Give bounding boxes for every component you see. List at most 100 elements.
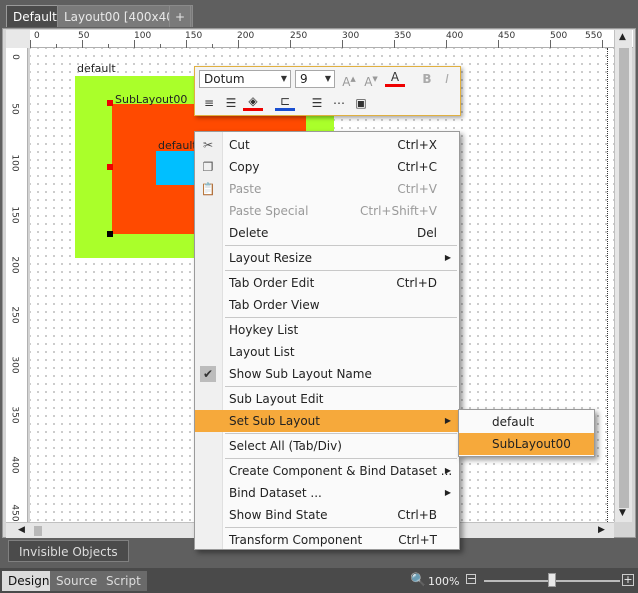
submenu-arrow-icon: ▶ bbox=[444, 488, 451, 497]
menu-item-layout-resize[interactable]: Layout Resize ▶ bbox=[195, 247, 459, 269]
menu-item-paste[interactable]: 📋 Paste Ctrl+V bbox=[195, 178, 459, 200]
vertical-scrollbar[interactable]: ▲ ▼ bbox=[614, 30, 632, 522]
tab-default[interactable]: Default bbox=[6, 5, 64, 27]
set-sub-layout-submenu: default SubLayout00 bbox=[458, 409, 595, 457]
ruler-label: 0 bbox=[9, 54, 20, 60]
context-menu: ✂ Cut Ctrl+X ❐ Copy Ctrl+C 📋 Paste Ctrl+… bbox=[194, 131, 460, 550]
line-style-icon[interactable]: ☰ bbox=[307, 93, 327, 113]
bottom-status-bar: Design Source Script 🔍 100% − + bbox=[0, 568, 638, 593]
inner-layout-block[interactable] bbox=[156, 151, 196, 185]
menu-item-sub-layout-edit[interactable]: Sub Layout Edit bbox=[195, 388, 459, 410]
ruler-label: 50 bbox=[78, 31, 90, 41]
menu-item-hotkey-list[interactable]: Hoykey List bbox=[195, 319, 459, 341]
menu-item-transform-component[interactable]: Transform Component Ctrl+T bbox=[195, 529, 459, 551]
menu-item-delete[interactable]: Delete Del bbox=[195, 222, 459, 244]
align-left-icon[interactable]: ≡ bbox=[199, 93, 219, 113]
menu-item-copy[interactable]: ❐ Copy Ctrl+C bbox=[195, 156, 459, 178]
vertical-ruler: 0 50 100 150 200 250 300 350 400 450 bbox=[6, 48, 28, 524]
grow-font-icon[interactable]: A▲ bbox=[339, 69, 359, 89]
ruler-label: 250 bbox=[290, 31, 308, 41]
bold-icon[interactable]: B bbox=[417, 69, 437, 89]
ruler-label: 550 bbox=[585, 31, 603, 41]
menu-item-tab-order-edit[interactable]: Tab Order Edit Ctrl+D bbox=[195, 272, 459, 294]
ruler-label: 500 bbox=[550, 31, 568, 41]
menu-item-show-bind-state[interactable]: Show Bind State Ctrl+B bbox=[195, 504, 459, 526]
menu-separator bbox=[225, 317, 457, 318]
zoom-icon[interactable]: 🔍 bbox=[410, 573, 426, 588]
resize-handle[interactable] bbox=[107, 100, 113, 106]
zoom-slider-thumb[interactable] bbox=[548, 573, 556, 587]
scrollbar-thumb[interactable] bbox=[34, 526, 42, 536]
inner-layout-label: default bbox=[158, 139, 197, 152]
scissors-icon: ✂ bbox=[202, 138, 214, 152]
menu-item-layout-list[interactable]: Layout List bbox=[195, 341, 459, 363]
menu-item-create-component[interactable]: Create Component & Bind Dataset ... ▶ bbox=[195, 460, 459, 482]
tab-design[interactable]: Design bbox=[2, 571, 56, 591]
menu-item-bind-dataset[interactable]: Bind Dataset ... ▶ bbox=[195, 482, 459, 504]
font-family-select[interactable]: Dotum ▼ bbox=[199, 70, 291, 88]
resize-handle[interactable] bbox=[107, 231, 113, 237]
ruler-label: 50 bbox=[9, 103, 20, 115]
menu-item-tab-order-view[interactable]: Tab Order View bbox=[195, 294, 459, 316]
submenu-arrow-icon: ▶ bbox=[444, 416, 451, 425]
menu-separator bbox=[225, 458, 457, 459]
ruler-label: 350 bbox=[394, 31, 412, 41]
menu-separator bbox=[225, 270, 457, 271]
submenu-item-sublayout00[interactable]: SubLayout00 bbox=[459, 433, 594, 455]
ruler-label: 300 bbox=[9, 356, 20, 374]
format-toolbar: Dotum ▼ 9 ▼ A▲ A▼ A B I ≡ ☰ ◈ ⊏ ☰ ⋯ ▣ bbox=[194, 66, 461, 116]
ruler-label: 200 bbox=[237, 31, 255, 41]
ruler-label: 0 bbox=[34, 31, 40, 41]
submenu-arrow-icon: ▶ bbox=[444, 253, 451, 262]
scroll-down-icon[interactable]: ▼ bbox=[619, 508, 626, 518]
add-tab-button[interactable]: + bbox=[169, 5, 192, 27]
ruler-label: 400 bbox=[446, 31, 464, 41]
invisible-objects-tab[interactable]: Invisible Objects bbox=[8, 540, 129, 562]
zoom-out-button[interactable]: − bbox=[466, 573, 476, 584]
shrink-font-icon[interactable]: A▼ bbox=[361, 69, 381, 89]
ruler-label: 450 bbox=[9, 504, 20, 522]
menu-separator bbox=[225, 527, 457, 528]
menu-item-select-all[interactable]: Select All (Tab/Div) bbox=[195, 435, 459, 457]
scroll-right-icon[interactable]: ▶ bbox=[598, 525, 605, 535]
outer-layout-label: default bbox=[77, 62, 116, 75]
italic-icon[interactable]: I bbox=[437, 69, 457, 89]
ruler-label: 300 bbox=[342, 31, 360, 41]
scrollbar-thumb[interactable] bbox=[619, 48, 629, 508]
checkmark-icon: ✔ bbox=[200, 366, 216, 382]
menu-separator bbox=[225, 433, 457, 434]
menu-item-paste-special[interactable]: Paste Special Ctrl+Shift+V bbox=[195, 200, 459, 222]
menu-item-set-sub-layout[interactable]: Set Sub Layout ▶ bbox=[195, 410, 459, 432]
menu-item-cut[interactable]: ✂ Cut Ctrl+X bbox=[195, 134, 459, 156]
sublayout-label: SubLayout00 bbox=[115, 93, 188, 106]
line-dash-icon[interactable]: ⋯ bbox=[329, 93, 349, 113]
scroll-up-icon[interactable]: ▲ bbox=[619, 32, 626, 42]
border-color-icon[interactable]: ⊏ bbox=[275, 93, 295, 111]
ruler-label: 250 bbox=[9, 306, 20, 324]
submenu-item-default[interactable]: default bbox=[459, 411, 594, 433]
ruler-label: 400 bbox=[9, 456, 20, 474]
menu-item-show-sub-layout-name[interactable]: ✔ Show Sub Layout Name bbox=[195, 363, 459, 385]
ruler-label: 150 bbox=[9, 206, 20, 224]
resize-handle[interactable] bbox=[107, 164, 113, 170]
zoom-level: 100% bbox=[428, 575, 460, 588]
chevron-down-icon: ▼ bbox=[324, 74, 331, 83]
document-tab-bar: Default Layout00 [400x400] + bbox=[0, 0, 638, 28]
ruler-label: 100 bbox=[9, 154, 20, 172]
paste-icon: 📋 bbox=[200, 182, 216, 196]
zoom-in-button[interactable]: + bbox=[622, 574, 634, 586]
ruler-label: 100 bbox=[134, 31, 152, 41]
ruler-label: 450 bbox=[498, 31, 516, 41]
font-color-icon[interactable]: A bbox=[385, 69, 405, 87]
chevron-down-icon: ▼ bbox=[280, 74, 287, 83]
ruler-label: 350 bbox=[9, 406, 20, 424]
scroll-left-icon[interactable]: ◀ bbox=[18, 525, 25, 535]
copy-icon: ❐ bbox=[202, 160, 214, 174]
tab-source[interactable]: Source bbox=[50, 571, 104, 591]
align-center-icon[interactable]: ☰ bbox=[221, 93, 241, 113]
ruler-corner bbox=[6, 30, 30, 48]
fill-color-icon[interactable]: ◈ bbox=[243, 93, 263, 111]
position-icon[interactable]: ▣ bbox=[351, 93, 371, 113]
tab-script[interactable]: Script bbox=[100, 571, 147, 591]
font-size-select[interactable]: 9 ▼ bbox=[295, 70, 335, 88]
